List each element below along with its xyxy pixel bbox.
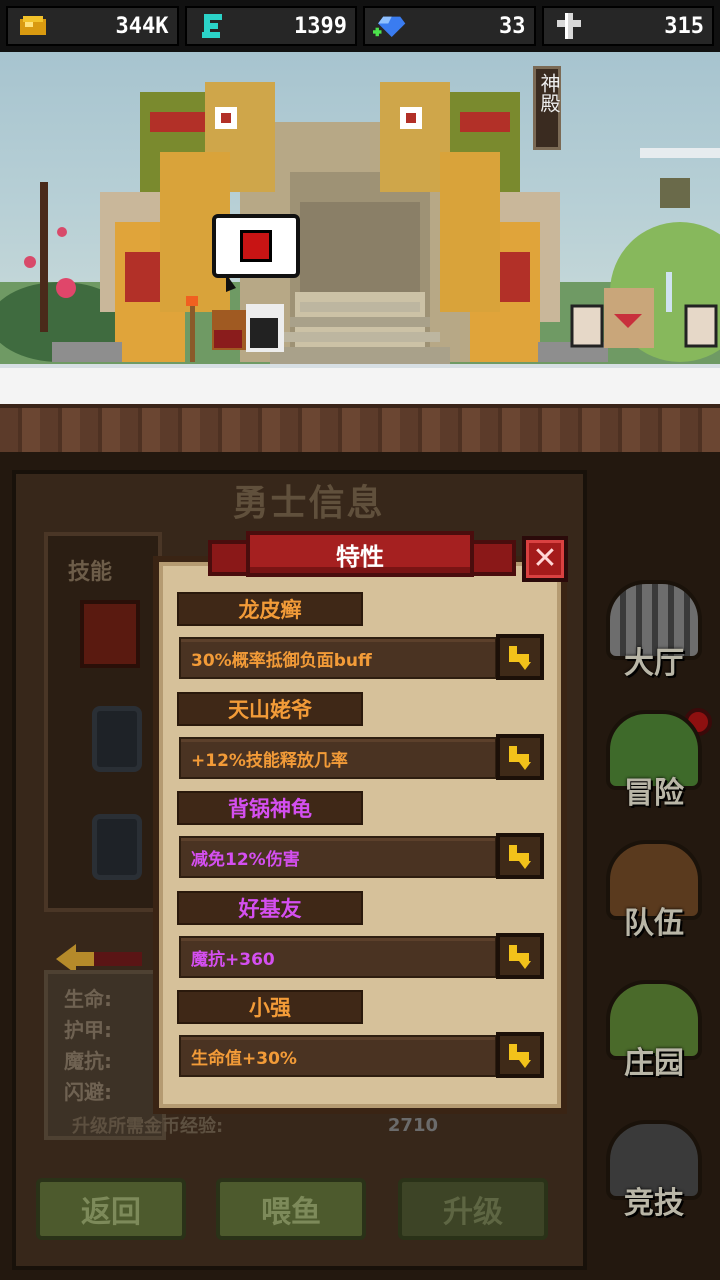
- nav-team[interactable]: 队伍: [598, 840, 710, 958]
- trait-description: +12%技能释放几率: [179, 737, 497, 779]
- cross-amount: 315: [664, 13, 704, 39]
- upgrade-button[interactable]: 升级: [398, 1178, 548, 1240]
- nav-adventure-label: 冒险: [624, 776, 684, 811]
- energy-icon: [195, 11, 229, 41]
- nav-team-label: 队伍: [624, 906, 684, 941]
- trait-swap-button[interactable]: [496, 933, 544, 979]
- resource-bar: 344K 1399 33 315: [0, 0, 720, 52]
- nav-adventure[interactable]: 冒险: [598, 710, 710, 828]
- lock-icon: [92, 706, 142, 772]
- close-icon: ✕: [532, 541, 558, 576]
- snow-ground: [0, 364, 720, 404]
- swap-arrow-icon: [509, 646, 531, 670]
- nav-hall-label: 大厅: [624, 646, 684, 681]
- nav-arena[interactable]: 竞技: [598, 1120, 710, 1238]
- gem-counter[interactable]: 33: [363, 6, 536, 46]
- stat-hp-label: 生命:: [64, 987, 112, 1011]
- cross-icon: [552, 11, 586, 41]
- dirt-ground: [0, 404, 720, 452]
- trait-name: 小强: [177, 990, 363, 1024]
- trait-name: 龙皮癣: [177, 592, 363, 626]
- swap-arrow-icon: [509, 1044, 531, 1068]
- swap-arrow-icon: [509, 746, 531, 770]
- traits-dialog-title: 特性: [246, 531, 474, 577]
- gem-amount: 33: [499, 13, 526, 39]
- close-button[interactable]: ✕: [522, 536, 568, 582]
- red-envelope-icon: [240, 230, 272, 262]
- trait-name: 背锅神龟: [177, 791, 363, 825]
- trait-name: 天山姥爷: [177, 692, 363, 726]
- trait-swap-button[interactable]: [496, 1032, 544, 1078]
- nav-hall[interactable]: 大厅: [598, 580, 710, 698]
- upgrade-cost-value: 2710: [387, 1114, 438, 1136]
- skill-label: 技能: [68, 560, 113, 585]
- trait-description: 减免12%伤害: [179, 836, 497, 878]
- hero-info-title: 勇士信息: [232, 483, 385, 524]
- swap-arrow-icon: [509, 845, 531, 869]
- energy-counter[interactable]: 1399: [184, 6, 357, 46]
- gold-icon: [16, 11, 50, 41]
- back-button[interactable]: 返回: [36, 1178, 186, 1240]
- gem-icon: [373, 11, 407, 41]
- energy-amount: 1399: [294, 13, 347, 39]
- trait-description: 30%概率抵御负面buff: [179, 637, 497, 679]
- feed-fish-button[interactable]: 喂鱼: [216, 1178, 366, 1240]
- skill-box: 技能: [44, 532, 162, 912]
- gold-amount: 344K: [115, 13, 169, 39]
- upgrade-cost-row: 升级所需金币经验: 2710: [58, 1110, 538, 1140]
- gold-counter[interactable]: 344K: [6, 6, 179, 46]
- trait-description: 魔抗+360: [179, 936, 497, 978]
- trait-name: 好基友: [177, 891, 363, 925]
- nav-manor-label: 庄园: [624, 1046, 684, 1081]
- trait-swap-button[interactable]: [496, 634, 544, 680]
- stat-armor-label: 护甲:: [64, 1018, 112, 1042]
- skill-slot-1[interactable]: [80, 600, 140, 668]
- trait-swap-button[interactable]: [496, 734, 544, 780]
- nav-arena-label: 竞技: [624, 1186, 684, 1221]
- temple-scene: 神殿: [0, 52, 720, 452]
- stat-magic-resist-label: 魔抗:: [64, 1049, 112, 1073]
- cross-counter[interactable]: 315: [541, 6, 714, 46]
- speech-bubble[interactable]: [212, 214, 300, 292]
- trait-description: 生命值+30%: [179, 1035, 497, 1077]
- nav-manor[interactable]: 庄园: [598, 980, 710, 1098]
- temple-sign-text: 神殿: [537, 73, 561, 113]
- temple-sign: 神殿: [533, 66, 561, 150]
- upgrade-cost-label: 升级所需金币经验:: [72, 1116, 224, 1137]
- trait-swap-button[interactable]: [496, 833, 544, 879]
- swap-arrow-icon: [509, 945, 531, 969]
- stat-dodge-label: 闪避:: [64, 1080, 112, 1104]
- lock-icon: [92, 814, 142, 880]
